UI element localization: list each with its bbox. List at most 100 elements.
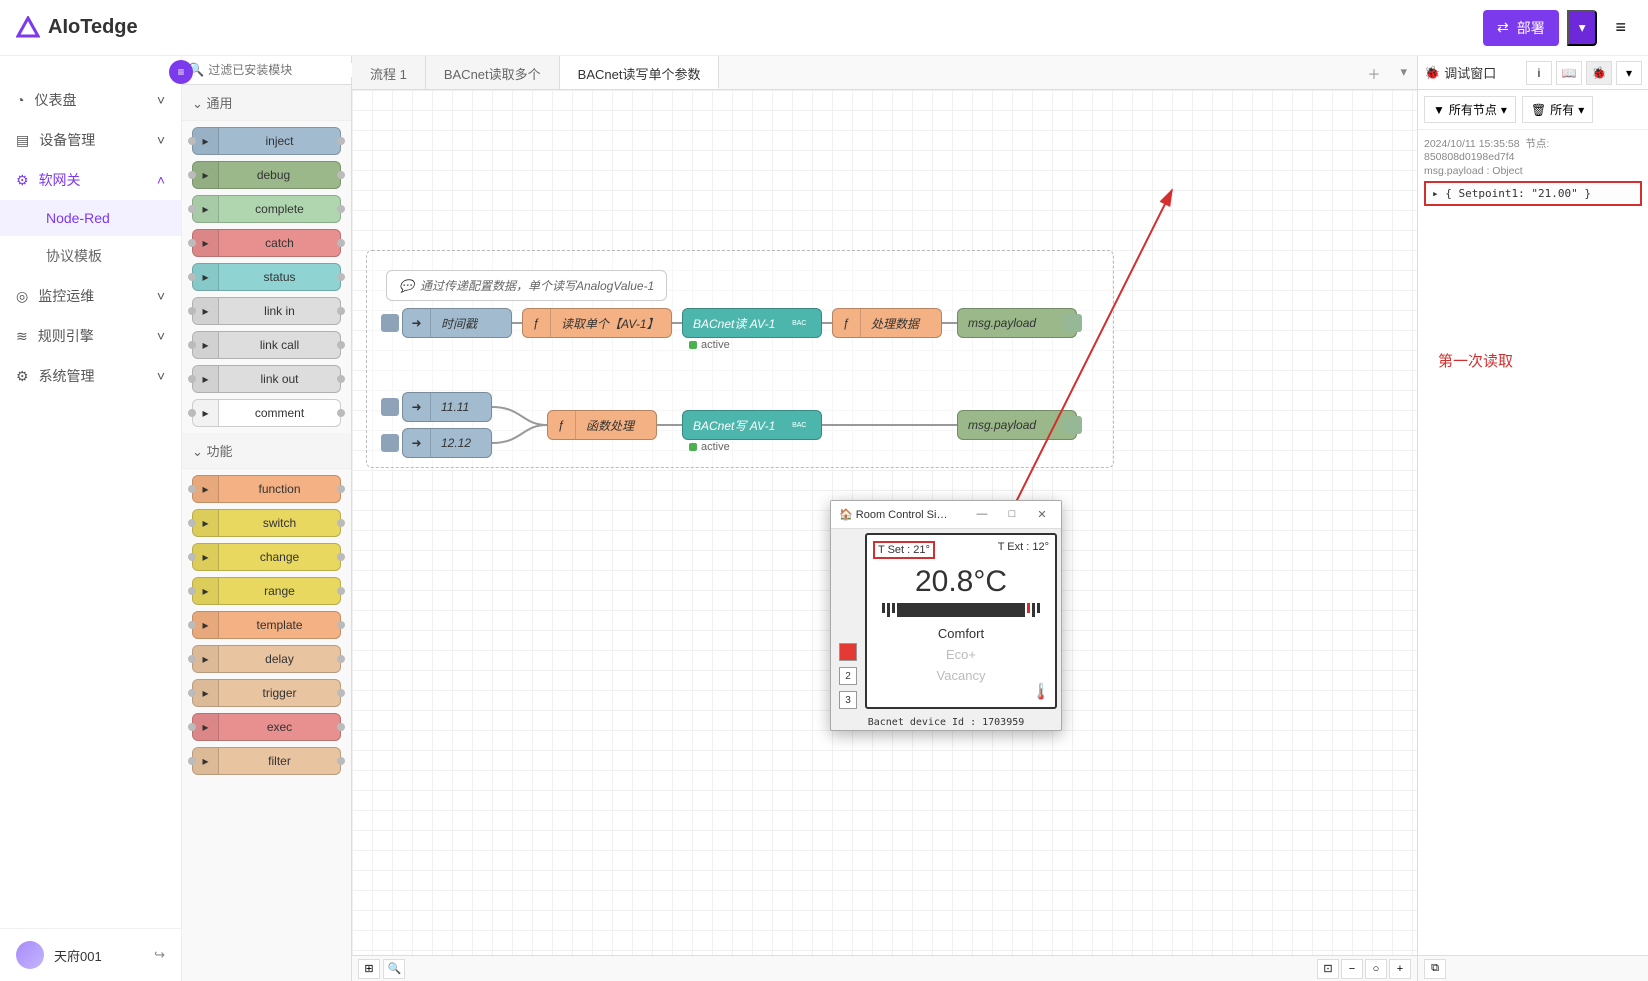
simulator-window[interactable]: 🏠 Room Control Si… — □ ✕ 2 3: [830, 500, 1062, 731]
flow-tab-0[interactable]: 流程 1: [352, 56, 426, 89]
function-node-func[interactable]: ƒ 函数处理: [547, 410, 657, 440]
maximize-button[interactable]: □: [997, 508, 1027, 521]
sidebar-item-设备管理[interactable]: ▤设备管理˅: [0, 120, 181, 160]
node-label: 时间戳: [431, 315, 487, 332]
palette-node-template[interactable]: ▸template: [192, 611, 341, 639]
info-tab-button[interactable]: i: [1526, 61, 1552, 85]
avatar[interactable]: [16, 941, 44, 969]
sim-button-3[interactable]: 3: [839, 691, 857, 709]
function-node-process[interactable]: ƒ 处理数据: [832, 308, 942, 338]
node-icon: ▸: [193, 544, 219, 570]
sidebar-sub-Node-Red[interactable]: Node-Red: [0, 200, 181, 236]
search-footer-button[interactable]: 🔍: [383, 959, 405, 979]
node-icon: ▸: [193, 298, 219, 324]
palette-category[interactable]: 功能: [182, 433, 351, 469]
inject-button[interactable]: [381, 314, 399, 332]
node-label: 函数处理: [576, 417, 644, 434]
palette-node-debug[interactable]: ▸debug: [192, 161, 341, 189]
palette-node-comment[interactable]: ▸comment: [192, 399, 341, 427]
zoom-out-button[interactable]: −: [1341, 959, 1363, 979]
debug-tab-button[interactable]: 🐞: [1586, 61, 1612, 85]
clear-button[interactable]: 🗑所有 ▾: [1522, 96, 1593, 123]
palette-node-catch[interactable]: ▸catch: [192, 229, 341, 257]
palette-node-trigger[interactable]: ▸trigger: [192, 679, 341, 707]
zoom-in-button[interactable]: +: [1389, 959, 1411, 979]
palette-category[interactable]: 通用: [182, 85, 351, 121]
brand-text: AIoTedge: [48, 16, 138, 39]
devices-icon: ▤: [16, 132, 29, 149]
node-icon: ▸: [193, 332, 219, 358]
palette-node-link-out[interactable]: ▸link out: [192, 365, 341, 393]
sidebar-item-仪表盘[interactable]: ◔仪表盘˅: [0, 80, 181, 120]
sidebar-item-系统管理[interactable]: ⚙系统管理˅: [0, 356, 181, 396]
palette-node-status[interactable]: ▸status: [192, 263, 341, 291]
palette-node-delay[interactable]: ▸delay: [192, 645, 341, 673]
filter-nodes-button[interactable]: ▼所有节点 ▾: [1424, 96, 1516, 123]
sim-button-red[interactable]: [839, 643, 857, 661]
palette-node-complete[interactable]: ▸complete: [192, 195, 341, 223]
debug-node-1[interactable]: msg.payload: [957, 308, 1077, 338]
palette-node-switch[interactable]: ▸switch: [192, 509, 341, 537]
deploy-button[interactable]: ⇄ 部署: [1483, 10, 1559, 46]
close-button[interactable]: ✕: [1027, 508, 1057, 521]
bacnet-read-node[interactable]: BACnet读 AV-1 BAC active: [682, 308, 822, 338]
comment-icon: 💬: [399, 279, 414, 293]
inject-node-1111[interactable]: ➜ 11.11: [402, 392, 492, 422]
breadcrumb-button[interactable]: ⊞: [358, 959, 380, 979]
inject-button[interactable]: [381, 398, 399, 416]
flow-tab-1[interactable]: BACnet读取多个: [426, 56, 560, 89]
node-icon: ▸: [193, 128, 219, 154]
help-tab-button[interactable]: 📖: [1556, 61, 1582, 85]
node-icon: ▸: [193, 400, 219, 426]
palette-node-filter[interactable]: ▸filter: [192, 747, 341, 775]
zoom-reset-button[interactable]: ○: [1365, 959, 1387, 979]
debug-toggle[interactable]: [1064, 416, 1082, 434]
msg-payload[interactable]: ▸ { Setpoint1: "21.00" }: [1424, 181, 1642, 206]
app-sidebar: ≡ ◔仪表盘˅▤设备管理˅⚙软网关˄Node-Red协议模板◎监控运维˅≋规则引…: [0, 56, 182, 981]
bar-indicator: [873, 603, 1049, 617]
debug-node-2[interactable]: msg.payload: [957, 410, 1077, 440]
palette-node-range[interactable]: ▸range: [192, 577, 341, 605]
palette-node-change[interactable]: ▸change: [192, 543, 341, 571]
logout-icon[interactable]: ↪: [154, 947, 165, 963]
palette-search-input[interactable]: [208, 63, 363, 77]
flow-tab-2[interactable]: BACnet读写单个参数: [560, 56, 720, 89]
deploy-label: 部署: [1517, 18, 1545, 38]
hamburger-menu[interactable]: ≡: [1609, 11, 1632, 44]
palette-node-inject[interactable]: ▸inject: [192, 127, 341, 155]
comment-node[interactable]: 💬 通过传递配置数据，单个读写AnalogValue-1: [386, 270, 667, 301]
window-title: Room Control Si…: [856, 509, 948, 521]
node-icon: ▸: [193, 264, 219, 290]
nav-button[interactable]: ⊡: [1317, 959, 1339, 979]
palette-node-exec[interactable]: ▸exec: [192, 713, 341, 741]
arrow-icon: ➜: [403, 309, 431, 337]
debug-popout-button[interactable]: ⧉: [1424, 959, 1446, 979]
minimize-button[interactable]: —: [967, 508, 997, 521]
sim-screen: T Set : 21° T Ext : 12° 20.8°C Comfort E…: [865, 533, 1057, 709]
tab-list-button[interactable]: ▾: [1390, 56, 1417, 89]
function-node-read-single[interactable]: ƒ 读取单个【AV-1】: [522, 308, 672, 338]
palette-node-function[interactable]: ▸function: [192, 475, 341, 503]
debug-toggle[interactable]: [1064, 314, 1082, 332]
sidebar-item-监控运维[interactable]: ◎监控运维˅: [0, 276, 181, 316]
more-tab-button[interactable]: ▾: [1616, 61, 1642, 85]
sidebar-toggle-icon[interactable]: ≡: [169, 60, 193, 84]
tab-add-button[interactable]: ＋: [1357, 56, 1390, 89]
flow-workspace: 流程 1BACnet读取多个BACnet读写单个参数 ＋ ▾ 💬 通过传递配置数…: [352, 56, 1418, 981]
node-label: msg.payload: [958, 316, 1046, 330]
node-icon: ▸: [193, 748, 219, 774]
sidebar-sub-协议模板[interactable]: 协议模板: [0, 236, 181, 276]
bacnet-write-node[interactable]: BACnet写 AV-1 BAC active: [682, 410, 822, 440]
status-text: active: [701, 339, 730, 351]
inject-node-timestamp[interactable]: ➜ 时间戳: [402, 308, 512, 338]
palette-node-link-in[interactable]: ▸link in: [192, 297, 341, 325]
palette-node-link-call[interactable]: ▸link call: [192, 331, 341, 359]
sim-button-2[interactable]: 2: [839, 667, 857, 685]
deploy-dropdown[interactable]: ▾: [1567, 10, 1598, 46]
monitor-icon: ◎: [16, 288, 28, 305]
flow-canvas[interactable]: 💬 通过传递配置数据，单个读写AnalogValue-1 ➜ 时间戳 ƒ 读取单…: [352, 90, 1417, 955]
inject-button[interactable]: [381, 434, 399, 452]
sidebar-item-规则引擎[interactable]: ≋规则引擎˅: [0, 316, 181, 356]
sidebar-item-软网关[interactable]: ⚙软网关˄: [0, 160, 181, 200]
inject-node-1212[interactable]: ➜ 12.12: [402, 428, 492, 458]
